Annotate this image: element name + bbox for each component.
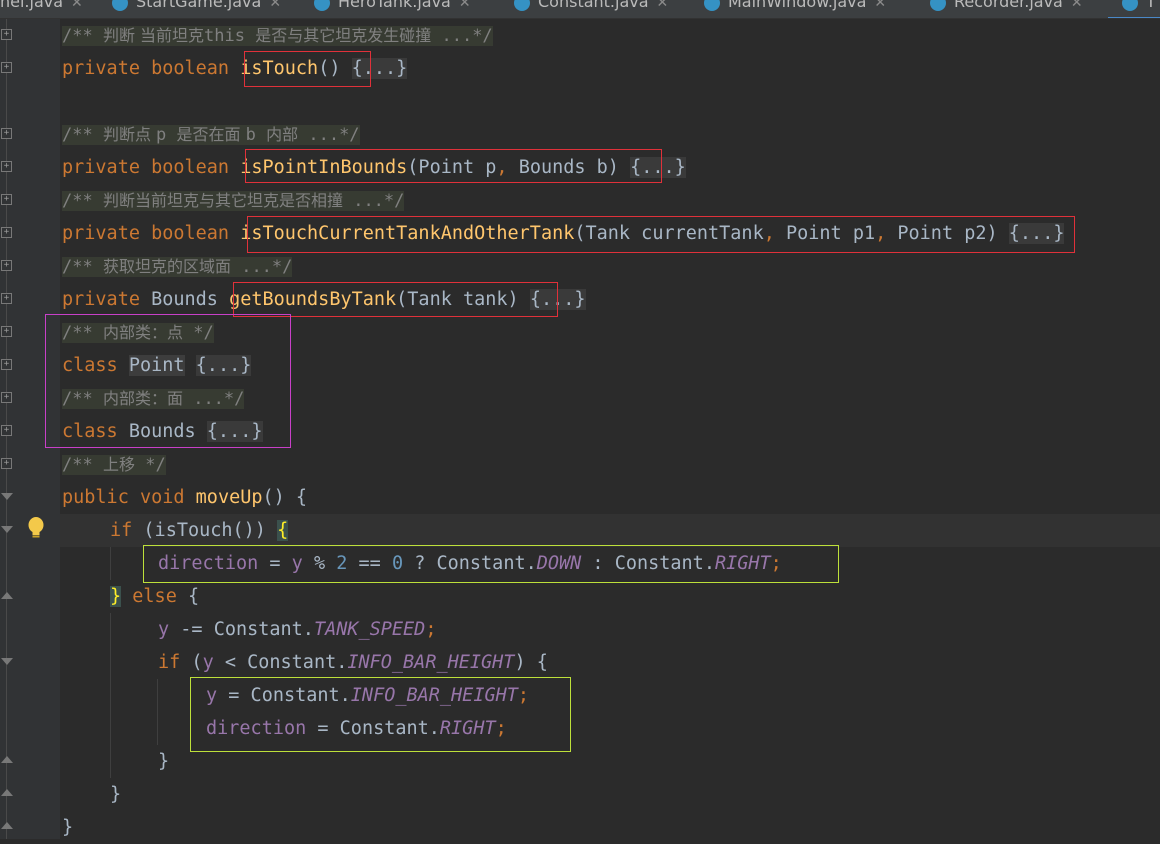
- close-icon[interactable]: ✕: [874, 0, 886, 11]
- highlight-box-direction-assign: [143, 545, 839, 583]
- code-line-25: }: [62, 817, 74, 838]
- tab-herotank-java[interactable]: HeroTank.java ✕: [314, 0, 471, 17]
- fold-expand-icon[interactable]: +: [1, 326, 12, 337]
- highlight-box-inner-classes: [45, 314, 291, 448]
- fold-collapse-icon[interactable]: [1, 493, 13, 500]
- tab-label: HeroTank.java: [338, 0, 451, 11]
- tab-label: StartGame.java: [136, 0, 262, 11]
- method-name: moveUp: [195, 487, 263, 508]
- tab-nel-java[interactable]: nel.java ✕: [0, 0, 83, 17]
- code-line-20: if (y < Constant.INFO_BAR_HEIGHT) {: [158, 652, 548, 673]
- keyword: private boolean: [62, 58, 241, 79]
- tab-current-file[interactable]: T: [1108, 0, 1160, 18]
- tab-label: Constant.java: [538, 0, 649, 11]
- code-line-14: /** 上移 */: [62, 448, 166, 481]
- fold-expand-icon[interactable]: +: [1, 62, 12, 73]
- matched-brace: }: [110, 586, 122, 607]
- tab-label: T: [1146, 0, 1156, 11]
- code-line-15: public void moveUp() {: [62, 487, 308, 508]
- lightbulb-intention-icon[interactable]: [26, 516, 46, 540]
- fold-expand-icon[interactable]: +: [1, 194, 12, 205]
- editor-tab-bar: nel.java ✕ StartGame.java ✕ HeroTank.java ✕…: [0, 0, 1160, 19]
- javadoc-comment: /** 判断当前坦克与其它坦克是否相撞 ...*/: [62, 191, 405, 211]
- code-line-19: y -= Constant.TANK_SPEED;: [158, 619, 437, 640]
- fold-collapse-icon[interactable]: [1, 658, 13, 665]
- fold-expand-icon[interactable]: +: [1, 392, 12, 403]
- java-class-icon: [112, 0, 128, 11]
- fold-end-icon[interactable]: [1, 756, 13, 763]
- indent-guide: [157, 679, 158, 745]
- tab-constant-java[interactable]: Constant.java ✕: [514, 0, 668, 17]
- javadoc-comment: /** 获取坦克的区域面 ...*/: [62, 257, 293, 277]
- fold-expand-icon[interactable]: +: [1, 161, 12, 172]
- highlight-box-istouchcurrenttank: [247, 216, 1075, 253]
- tab-startgame-java[interactable]: StartGame.java ✕: [112, 0, 281, 17]
- tab-label: nel.java: [0, 0, 64, 11]
- fold-expand-icon[interactable]: +: [1, 29, 12, 40]
- highlight-box-y-bound: [190, 677, 571, 752]
- code-line-4: /** 判断点 p 是否在面 b 内部 ...*/: [62, 118, 360, 151]
- java-class-icon: [1122, 0, 1138, 11]
- close-icon[interactable]: ✕: [269, 0, 281, 11]
- java-class-icon: [930, 0, 946, 11]
- code-line-18: } else {: [110, 586, 200, 607]
- javadoc-comment: /** 判断 当前坦克this 是否与其它坦克发生碰撞 ...*/: [62, 26, 493, 46]
- close-icon[interactable]: ✕: [71, 0, 83, 11]
- indent-guide: [110, 547, 111, 580]
- fold-end-icon[interactable]: [1, 822, 13, 829]
- fold-expand-icon[interactable]: +: [1, 293, 12, 304]
- matched-brace: {: [277, 520, 289, 541]
- fold-expand-icon[interactable]: +: [1, 425, 12, 436]
- tab-recorder-java[interactable]: Recorder.java ✕: [930, 0, 1083, 17]
- fold-expand-icon[interactable]: +: [1, 359, 12, 370]
- javadoc-comment: /** 判断点 p 是否在面 b 内部 ...*/: [62, 125, 360, 145]
- code-line-6: /** 判断当前坦克与其它坦克是否相撞 ...*/: [62, 184, 405, 217]
- fold-collapse-icon[interactable]: [1, 526, 13, 533]
- fold-end-icon[interactable]: [1, 592, 13, 599]
- tab-label: Recorder.java: [954, 0, 1063, 11]
- code-line-1: /** 判断 当前坦克this 是否与其它坦克发生碰撞 ...*/: [62, 19, 493, 52]
- highlight-box-getboundsbytank: [233, 282, 558, 317]
- javadoc-comment: /** 上移 */: [62, 455, 166, 475]
- close-icon[interactable]: ✕: [459, 0, 471, 11]
- tab-mainwindow-java[interactable]: MainWindow.java ✕: [704, 0, 886, 17]
- code-line-16: if (isTouch()) {: [110, 520, 289, 541]
- indent-guide: [110, 613, 111, 778]
- java-class-icon: [314, 0, 330, 11]
- code-line-24: }: [110, 784, 122, 805]
- code-line-23: }: [158, 751, 170, 772]
- close-icon[interactable]: ✕: [657, 0, 669, 11]
- code-line-8: /** 获取坦克的区域面 ...*/: [62, 250, 293, 283]
- fold-end-icon[interactable]: [1, 789, 13, 796]
- fold-expand-icon[interactable]: +: [1, 128, 12, 139]
- close-icon[interactable]: ✕: [1071, 0, 1083, 11]
- tab-label: MainWindow.java: [728, 0, 867, 11]
- java-class-icon: [704, 0, 720, 11]
- fold-expand-icon[interactable]: +: [1, 260, 12, 271]
- highlight-box-istouch: [244, 51, 371, 87]
- fold-expand-icon[interactable]: +: [1, 227, 12, 238]
- fold-expand-icon[interactable]: +: [1, 458, 12, 469]
- highlight-box-ispointinbounds: [245, 149, 662, 183]
- java-class-icon: [514, 0, 530, 11]
